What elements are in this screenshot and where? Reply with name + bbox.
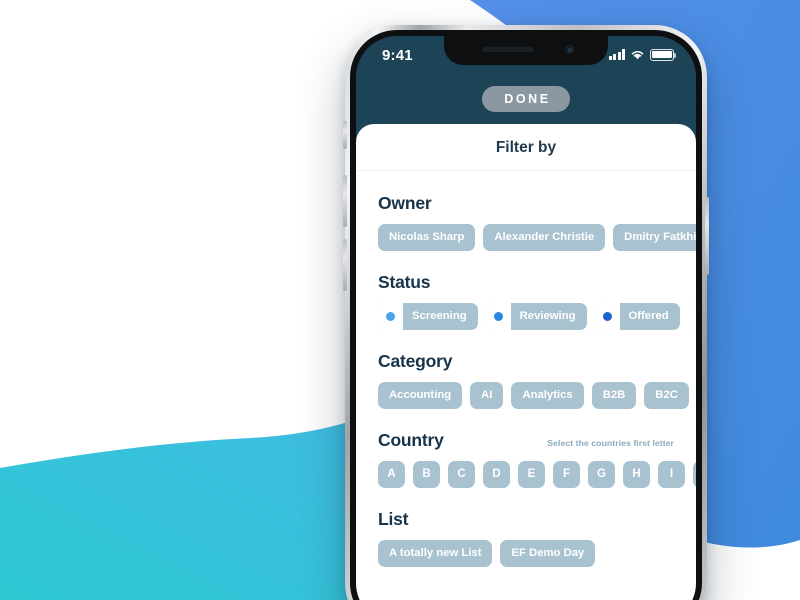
- country-letter-chip[interactable]: J: [693, 460, 696, 488]
- filter-groups-container: Owner Nicolas Sharp Alexander Christie Dmit…: [356, 171, 696, 567]
- filter-chip[interactable]: Analytics: [511, 381, 584, 409]
- status-dot-icon: [386, 311, 395, 321]
- status-dot-badge: [687, 302, 696, 330]
- filter-chip-row[interactable]: A totally new List EF Demo Day: [356, 539, 696, 567]
- earpiece-speaker-icon: [482, 47, 534, 52]
- filter-group-title: Category: [378, 350, 453, 371]
- filter-chip[interactable]: EF Demo Day: [500, 539, 596, 567]
- filter-chip-row[interactable]: Screening Reviewing Offered Rejected: [356, 302, 696, 330]
- country-letter-chip[interactable]: C: [448, 460, 475, 488]
- country-letter-chip[interactable]: H: [623, 460, 650, 488]
- done-button[interactable]: DONE: [482, 86, 570, 112]
- filter-group-status: Status Screening Reviewing Offered Rejected: [356, 272, 696, 330]
- filter-group-header: List: [356, 509, 696, 530]
- power-button[interactable]: [705, 197, 709, 275]
- filter-group-title: Status: [378, 271, 431, 292]
- filter-group-category: Category AccountingAIAnalyticsB2BB2CBig D…: [356, 351, 696, 409]
- battery-icon: [650, 49, 677, 61]
- signal-bars-icon: [608, 49, 625, 61]
- status-chip-label: Reviewing: [519, 309, 576, 322]
- country-letter-chip[interactable]: I: [658, 460, 685, 488]
- filter-group-header: Country Select the countries first letter: [356, 430, 696, 451]
- notch: [444, 36, 608, 65]
- filter-sheet: Filter by Owner Nicolas Sharp Alexander Ch…: [356, 124, 696, 600]
- filter-group-header: Status: [356, 272, 696, 293]
- filter-chip[interactable]: Accounting: [378, 381, 463, 409]
- status-chip[interactable]: Rejected: [687, 302, 696, 330]
- filter-group-title: List: [378, 508, 409, 529]
- status-bar-time: 9:41: [382, 47, 413, 64]
- phone-mockup: 9:41 DONE Filter by Owner Nicolas Sharp …: [343, 25, 709, 600]
- country-letter-chip[interactable]: B: [413, 460, 440, 488]
- filter-group-list: List A totally new List EF Demo Day: [356, 509, 696, 567]
- sheet-title: Filter by: [356, 124, 696, 171]
- country-letter-chip[interactable]: A: [378, 460, 405, 488]
- filter-chip-row[interactable]: ABCDEFGHIJK: [356, 460, 696, 488]
- filter-group-title: Country: [378, 429, 444, 450]
- filter-group-owner: Owner Nicolas Sharp Alexander Christie Dmit…: [356, 193, 696, 251]
- status-chip-label: Screening: [412, 309, 467, 322]
- filter-chip-row[interactable]: Nicolas Sharp Alexander Christie Dmitry Fa…: [356, 224, 696, 251]
- wifi-icon: [631, 51, 644, 60]
- filter-chip[interactable]: A totally new List: [378, 539, 493, 567]
- filter-chip[interactable]: B2C: [644, 381, 689, 409]
- filter-group-header: Category: [356, 351, 696, 372]
- filter-chip[interactable]: B2B: [591, 381, 637, 409]
- status-dot-badge: [594, 302, 620, 330]
- status-dot-badge: [378, 302, 403, 330]
- status-bar-indicators: [608, 49, 677, 61]
- done-button-container: DONE: [356, 86, 696, 112]
- phone-screen: 9:41 DONE Filter by Owner Nicolas Sharp …: [356, 36, 696, 600]
- filter-group-header: Owner: [356, 193, 696, 214]
- volume-down-button[interactable]: [343, 239, 347, 291]
- country-letter-chip[interactable]: D: [483, 460, 510, 488]
- filter-chip[interactable]: Dmitry Fatkhiev: [613, 224, 696, 251]
- status-chip[interactable]: Offered: [594, 302, 680, 330]
- mute-switch-button[interactable]: [343, 121, 347, 149]
- status-dot-icon: [602, 311, 612, 321]
- volume-up-button[interactable]: [343, 175, 347, 227]
- status-chip[interactable]: Screening: [378, 302, 478, 330]
- status-dot-badge: [485, 302, 511, 330]
- filter-group-country: Country Select the countries first letter…: [356, 430, 696, 488]
- country-letter-chip[interactable]: G: [588, 460, 615, 488]
- filter-group-title: Owner: [378, 193, 432, 213]
- filter-chip[interactable]: AI: [470, 381, 504, 409]
- status-chip-label: Offered: [628, 309, 669, 322]
- status-chip[interactable]: Reviewing: [485, 302, 587, 330]
- filter-group-hint: Select the countries first letter: [547, 437, 674, 448]
- filter-chip-row[interactable]: AccountingAIAnalyticsB2BB2CBig Data: [356, 381, 696, 409]
- screenshot-canvas: 9:41 DONE Filter by Owner Nicolas Sharp …: [0, 0, 800, 600]
- front-camera-icon: [565, 45, 574, 54]
- filter-chip[interactable]: Alexander Christie: [483, 224, 606, 251]
- country-letter-chip[interactable]: F: [553, 460, 580, 488]
- country-letter-chip[interactable]: E: [518, 460, 545, 488]
- filter-chip[interactable]: Nicolas Sharp: [378, 224, 476, 251]
- status-dot-icon: [493, 311, 503, 321]
